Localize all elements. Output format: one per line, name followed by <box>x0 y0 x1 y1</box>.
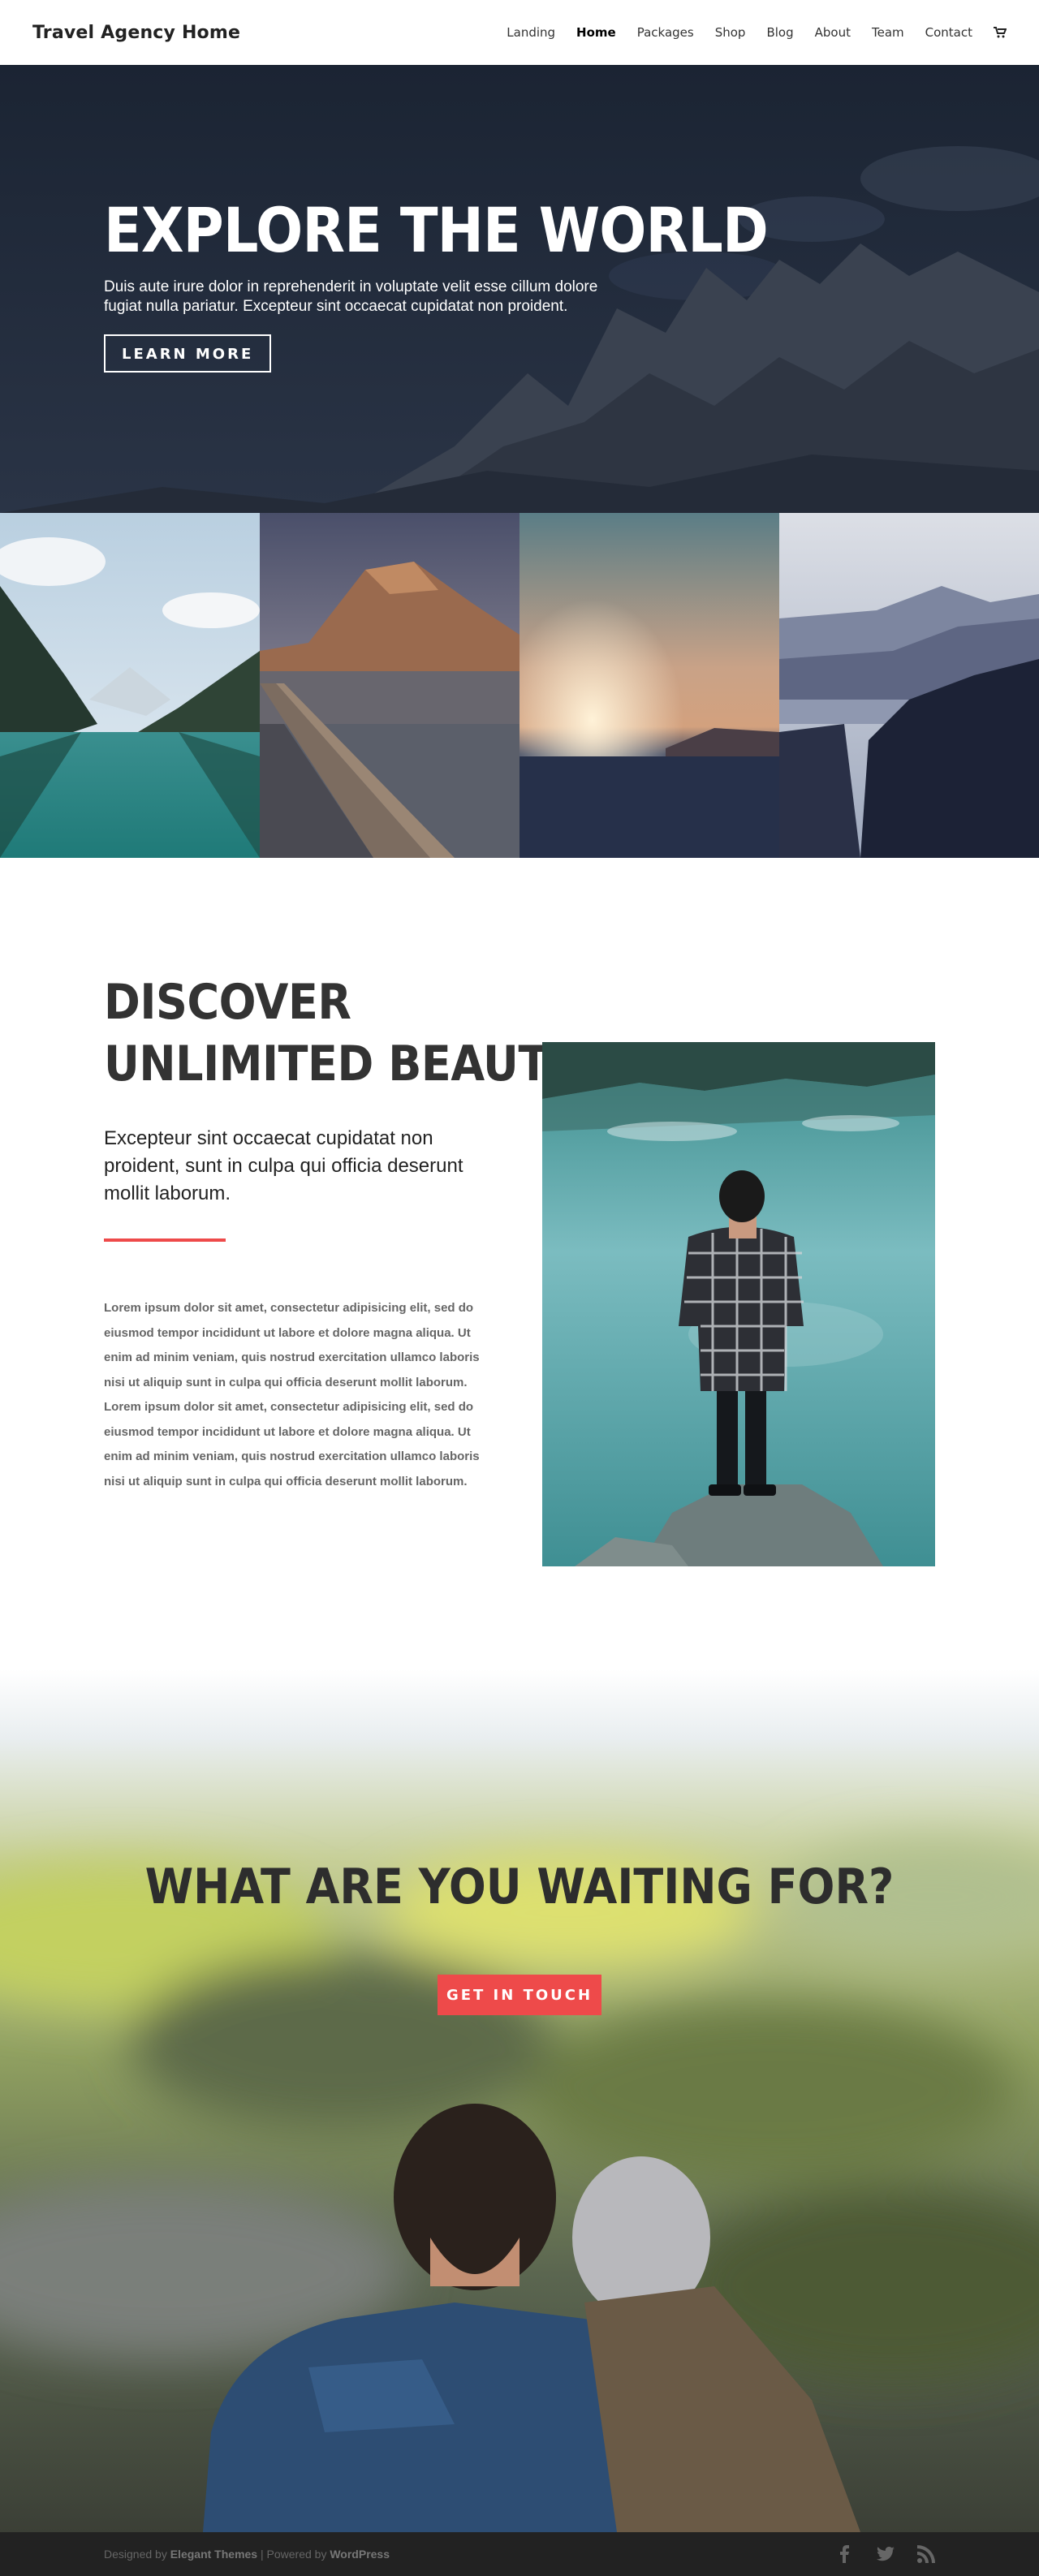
cart-icon[interactable] <box>994 27 1007 38</box>
platform-link[interactable]: WordPress <box>330 2548 390 2561</box>
powered-by-label: Powered by <box>266 2548 327 2561</box>
discover-body: Lorem ipsum dolor sit amet, consectetur … <box>104 1301 480 1488</box>
site-title[interactable]: Travel Agency Home <box>32 23 240 43</box>
gallery-image-gorge[interactable] <box>779 513 1039 858</box>
get-in-touch-button[interactable]: GET IN TOUCH <box>438 1975 601 2015</box>
nav-contact[interactable]: Contact <box>925 25 972 40</box>
man-on-rock-image <box>542 1042 935 1566</box>
gallery <box>0 513 1039 858</box>
hero-text-line-1: Duis aute irure dolor in reprehenderit i… <box>104 278 598 295</box>
nav-home[interactable]: Home <box>576 25 616 40</box>
discover-title: DISCOVER UNLIMITED BEAUTY <box>104 971 580 1095</box>
main-nav: Landing Home Packages Shop Blog About Te… <box>507 25 1007 40</box>
hero-title: EXPLORE THE WORLD <box>104 194 769 266</box>
learn-more-button[interactable]: LEARN MORE <box>104 334 272 373</box>
cta-title: WHAT ARE YOU WAITING FOR? <box>144 1859 895 1915</box>
gallery-image-sunset[interactable] <box>520 513 779 858</box>
gallery-image-lake[interactable] <box>0 513 260 858</box>
rss-icon[interactable] <box>917 2545 935 2563</box>
site-footer: Designed by Elegant Themes | Powered by … <box>0 2532 1039 2576</box>
social-links <box>836 2545 935 2563</box>
discover-section: DISCOVER UNLIMITED BEAUTY Excepteur sint… <box>0 858 1039 1669</box>
designer-link[interactable]: Elegant Themes <box>170 2548 257 2561</box>
designed-by-label: Designed by <box>104 2548 167 2561</box>
nav-shop[interactable]: Shop <box>715 25 746 40</box>
nav-blog[interactable]: Blog <box>766 25 793 40</box>
hero-section: EXPLORE THE WORLD Duis aute irure dolor … <box>0 65 1039 513</box>
site-header: Travel Agency Home Landing Home Packages… <box>0 0 1039 65</box>
footer-credits: Designed by Elegant Themes | Powered by … <box>104 2548 390 2561</box>
discover-title-line-1: DISCOVER <box>104 974 351 1031</box>
hero-content: EXPLORE THE WORLD Duis aute irure dolor … <box>104 194 769 373</box>
nav-team[interactable]: Team <box>872 25 904 40</box>
hero-text: Duis aute irure dolor in reprehenderit i… <box>104 278 672 317</box>
nav-landing[interactable]: Landing <box>507 25 555 40</box>
discover-title-line-2: UNLIMITED BEAUTY <box>104 1036 580 1092</box>
facebook-icon[interactable] <box>836 2545 854 2563</box>
cta-section: WHAT ARE YOU WAITING FOR? GET IN TOUCH <box>0 1669 1039 2532</box>
gallery-image-dock[interactable] <box>260 513 520 858</box>
couple-background-image <box>0 1669 1039 2532</box>
footer-separator: | <box>260 2548 264 2561</box>
accent-divider <box>104 1238 226 1242</box>
twitter-icon[interactable] <box>877 2545 895 2563</box>
nav-packages[interactable]: Packages <box>637 25 694 40</box>
discover-lead: Excepteur sint occaecat cupidatat non pr… <box>104 1127 463 1204</box>
nav-about[interactable]: About <box>815 25 851 40</box>
hero-text-line-2: fugiat nulla pariatur. Excepteur sint oc… <box>104 298 568 315</box>
